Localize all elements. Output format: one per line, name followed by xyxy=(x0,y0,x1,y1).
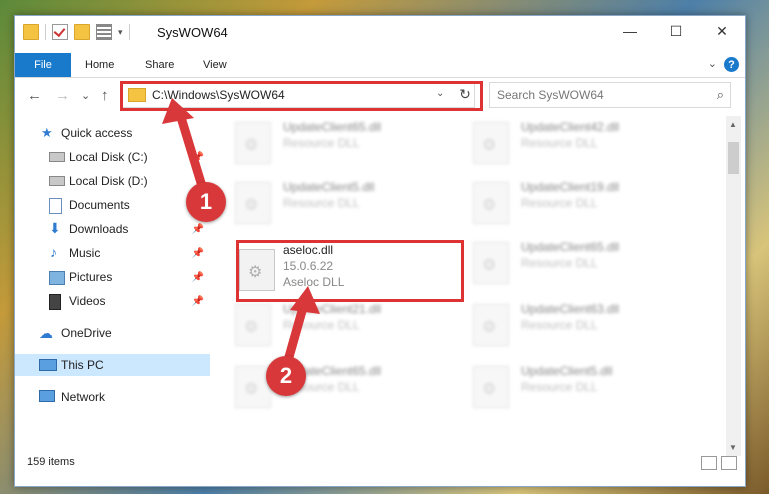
arrow-2 xyxy=(282,286,320,369)
callout-badge-2: 2 xyxy=(266,356,306,396)
callout-badge-1: 1 xyxy=(186,182,226,222)
arrow-1 xyxy=(162,98,210,201)
callout-arrows xyxy=(162,98,320,369)
